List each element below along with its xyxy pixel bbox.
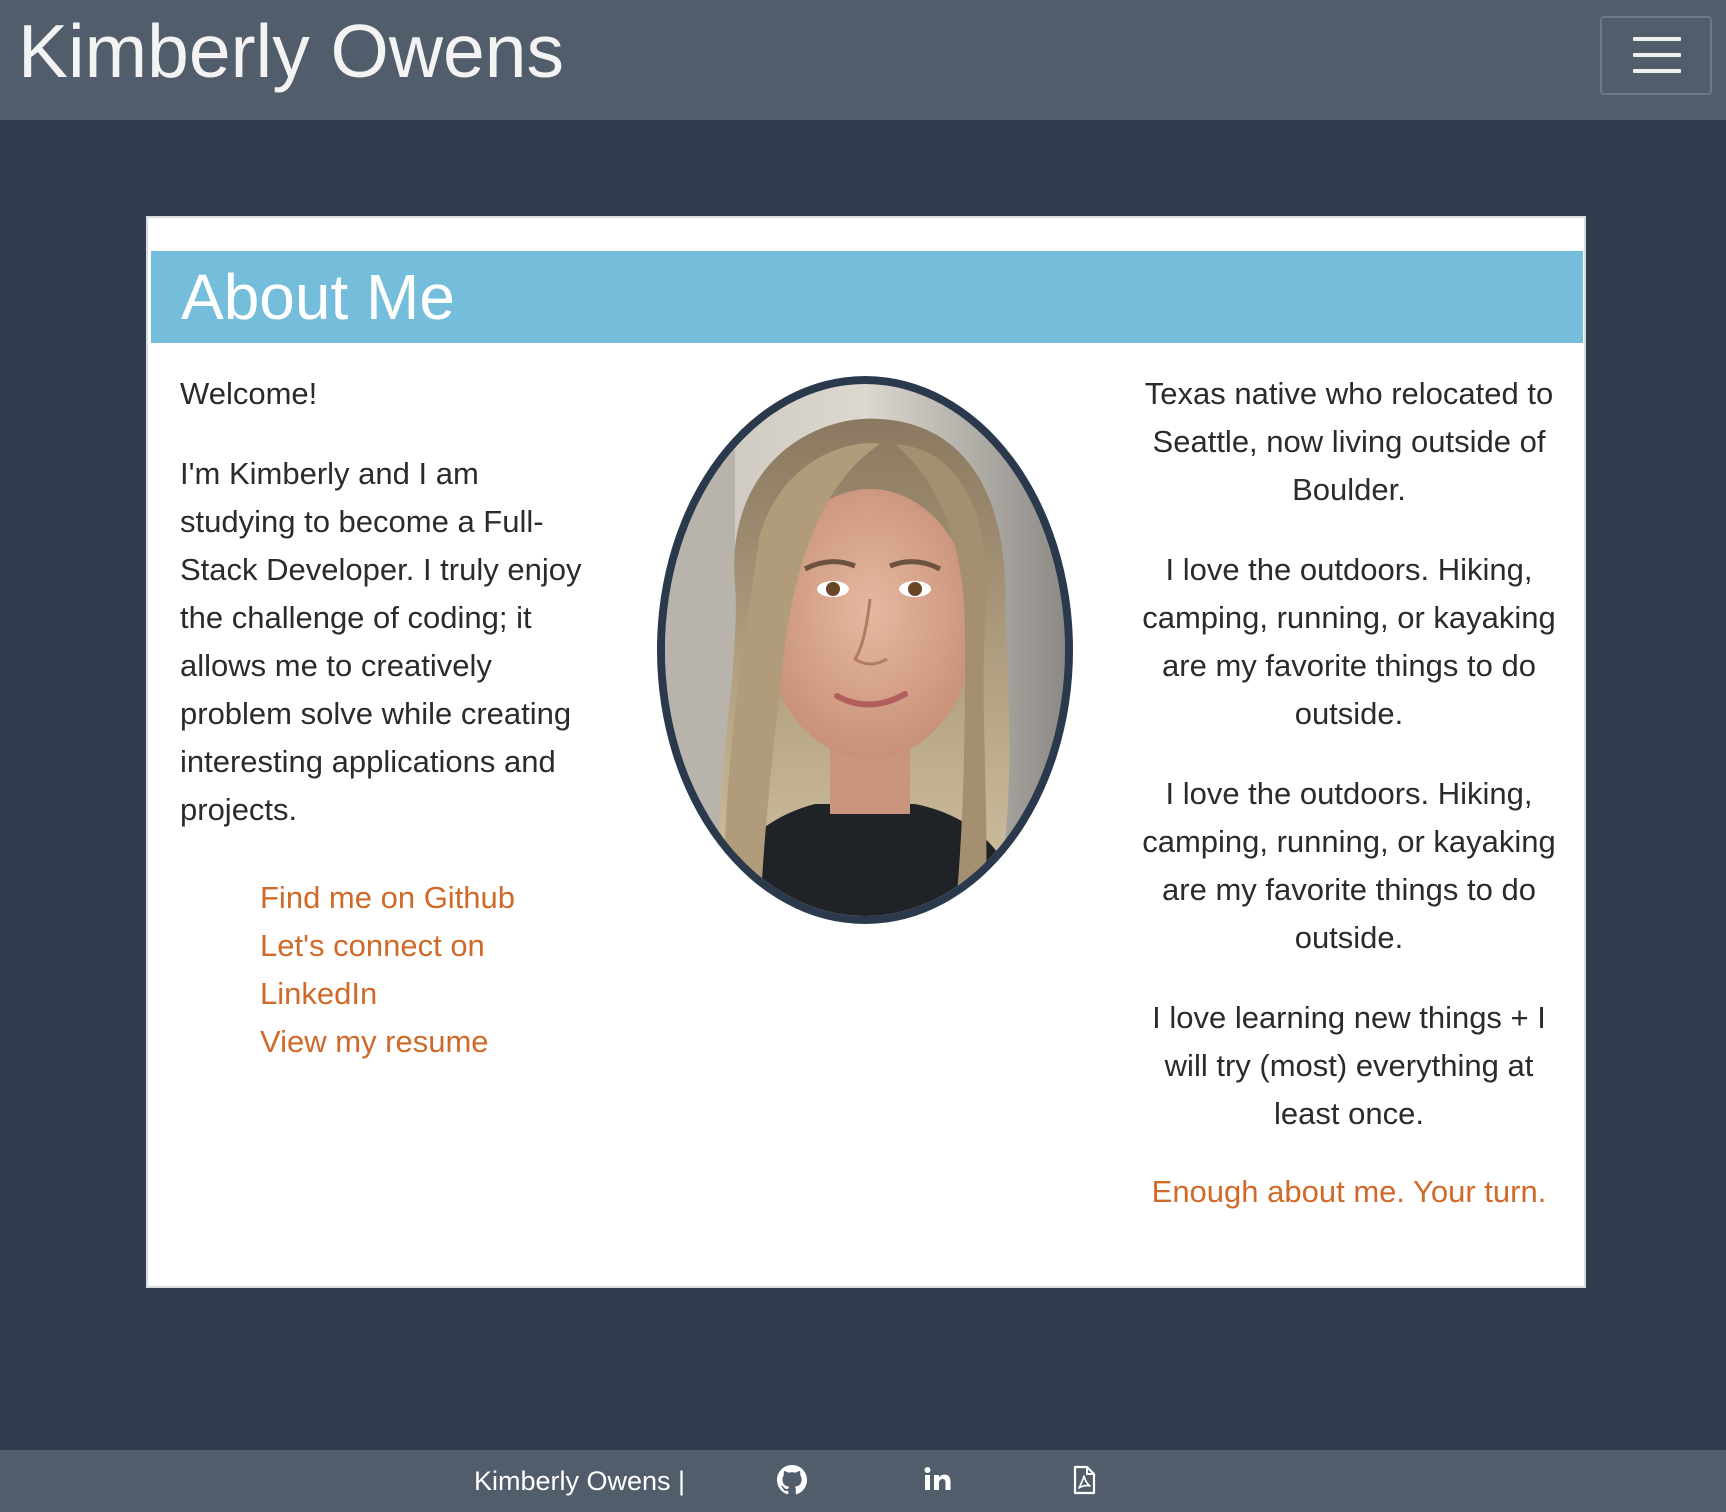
footer-name: Kimberly Owens | bbox=[474, 1466, 686, 1496]
pdf-file-icon[interactable] bbox=[1069, 1465, 1099, 1495]
profile-links: Find me on Github Let's connect on Linke… bbox=[260, 874, 580, 1066]
top-navbar: Kimberly Owens bbox=[0, 0, 1726, 120]
profile-photo-frame bbox=[657, 376, 1073, 924]
bio-paragraph-1: Texas native who relocated to Seattle, n… bbox=[1144, 376, 1554, 507]
linkedin-icon[interactable] bbox=[923, 1465, 953, 1495]
about-header: About Me bbox=[151, 251, 1583, 343]
about-left-column: Welcome! I'm Kimberly and I am studying … bbox=[180, 370, 600, 866]
profile-photo bbox=[665, 384, 1065, 916]
footer: Kimberly Owens | bbox=[0, 1450, 1726, 1512]
bio-paragraph-2: I love the outdoors. Hiking, camping, ru… bbox=[1142, 552, 1556, 731]
bio-paragraph-4: I love learning new things + I will try … bbox=[1152, 1000, 1546, 1131]
brand-title[interactable]: Kimberly Owens bbox=[18, 6, 564, 96]
bio-paragraph-3: I love the outdoors. Hiking, camping, ru… bbox=[1142, 776, 1556, 955]
intro-text: I'm Kimberly and I am studying to become… bbox=[180, 456, 582, 827]
linkedin-link[interactable]: Let's connect on LinkedIn bbox=[260, 922, 580, 1018]
about-right-column: Texas native who relocated to Seattle, n… bbox=[1134, 370, 1564, 1248]
github-icon[interactable] bbox=[777, 1465, 807, 1495]
resume-link[interactable]: View my resume bbox=[260, 1018, 580, 1066]
menu-toggle-button[interactable] bbox=[1600, 16, 1712, 95]
about-title: About Me bbox=[181, 261, 455, 333]
github-link[interactable]: Find me on Github bbox=[260, 874, 580, 922]
contact-prompt-link[interactable]: Enough about me. Your turn. bbox=[1134, 1168, 1564, 1216]
welcome-text: Welcome! bbox=[180, 376, 318, 411]
about-card: About Me Welcome! I'm Kimberly and I am … bbox=[146, 216, 1586, 1288]
